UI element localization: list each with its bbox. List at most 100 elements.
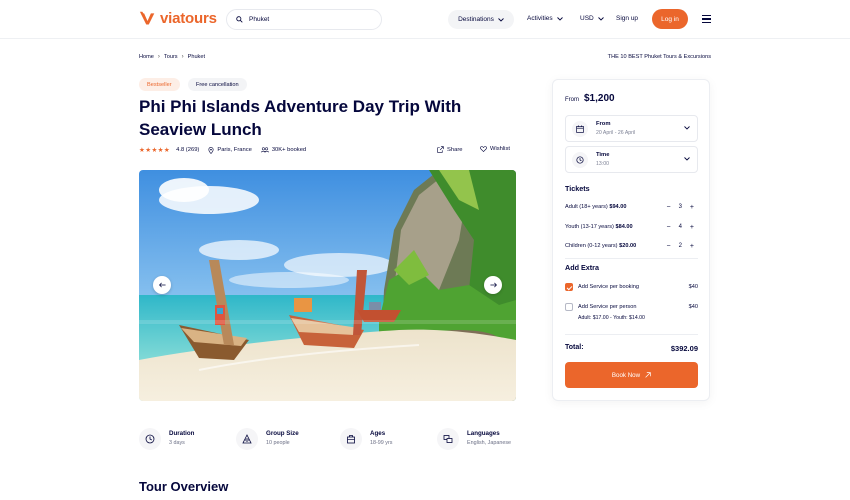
extra-price: $40 — [688, 284, 698, 290]
price-from-label: From — [565, 97, 579, 103]
extra-price: $40 — [688, 304, 698, 310]
ages-label: Ages — [370, 430, 386, 437]
location: Paris, France — [208, 146, 252, 154]
search-box[interactable] — [226, 9, 382, 30]
group-size-value: 10 people — [266, 440, 290, 446]
minus-icon[interactable]: − — [666, 224, 670, 231]
ticket-qty: 2 — [678, 243, 682, 249]
chevron-down-icon — [684, 126, 690, 130]
total-label: Total: — [565, 344, 584, 351]
signup-link[interactable]: Sign up — [616, 15, 638, 22]
price-value: $1,200 — [584, 93, 615, 104]
ticket-qty: 3 — [678, 204, 682, 210]
extra-subprices: Adult: $17.00 - Youth: $14.00 — [578, 315, 645, 321]
ticket-label: Adult (18+ years) — [565, 204, 608, 210]
logo-text: viatours — [160, 10, 217, 27]
group-icon — [236, 428, 258, 450]
next-image-button[interactable] — [484, 276, 502, 294]
breadcrumb-title-link[interactable]: THE 10 BEST Phuket Tours & Excursions — [608, 54, 711, 60]
nav-destinations-label: Destinations — [458, 16, 494, 23]
info-languages: Languages English, Japanese — [437, 428, 511, 450]
time-value: 13:00 — [596, 161, 609, 167]
chevron-down-icon — [498, 17, 504, 22]
users-icon — [260, 147, 269, 153]
location-pin-icon — [208, 146, 214, 154]
duration-label: Duration — [169, 430, 195, 437]
free-cancellation-badge: Free cancellation — [188, 78, 247, 91]
login-button[interactable]: Log in — [652, 9, 688, 29]
extra-label: Add Service per person — [578, 304, 637, 310]
ages-value: 18-99 yrs — [370, 440, 393, 446]
search-icon — [236, 16, 243, 23]
chevron-right-icon: › — [181, 54, 184, 60]
clock-icon — [139, 428, 161, 450]
time-field[interactable]: Time 13:00 — [565, 146, 698, 173]
info-ages: Ages 18-99 yrs — [340, 428, 392, 450]
total-value: $392.09 — [670, 344, 698, 353]
plus-icon[interactable]: + — [690, 243, 694, 250]
quantity-stepper: − 4 + — [666, 224, 694, 231]
heart-icon — [480, 146, 487, 152]
ticket-price: $94.00 — [609, 204, 627, 210]
location-text: Paris, France — [217, 147, 252, 153]
clock-icon — [572, 152, 588, 168]
calendar-icon — [572, 121, 588, 137]
bestseller-badge: Bestseller — [139, 78, 180, 91]
ticket-label: Youth (13-17 years) — [565, 224, 614, 230]
arrow-up-right-icon — [645, 372, 651, 378]
date-label: From — [596, 121, 611, 127]
hamburger-menu-icon[interactable] — [702, 15, 711, 23]
ticket-label: Children (0-12 years) — [565, 243, 618, 249]
share-label: Share — [447, 146, 463, 153]
beach-boats-image — [139, 170, 516, 401]
add-extra-heading: Add Extra — [565, 263, 599, 272]
booking-card: From $1,200 From 20 April - 26 April Tim… — [552, 79, 710, 401]
tour-hero-image — [139, 170, 516, 401]
breadcrumb: Home › Tours › Phuket — [139, 54, 205, 60]
share-icon — [437, 146, 444, 153]
book-now-button[interactable]: Book Now — [565, 362, 698, 388]
wishlist-button[interactable]: Wishlist — [480, 146, 510, 152]
info-duration: Duration 3 days — [139, 428, 194, 450]
nav-activities-label: Activities — [527, 15, 553, 22]
booked-text: 30K+ booked — [271, 147, 307, 153]
quantity-stepper: − 3 + — [666, 204, 694, 211]
date-field[interactable]: From 20 April - 26 April — [565, 115, 698, 142]
rating-value: 4.8 (269) — [176, 147, 200, 153]
chevron-right-icon: › — [157, 54, 160, 60]
signup-label: Sign up — [616, 15, 639, 22]
search-input[interactable] — [249, 16, 369, 23]
ticket-row-adult: Adult (18+ years) $94.00 − 3 + — [565, 204, 698, 211]
group-size-label: Group Size — [266, 430, 299, 437]
minus-icon[interactable]: − — [666, 204, 670, 211]
plus-icon[interactable]: + — [690, 224, 694, 231]
nav-activities[interactable]: Activities — [527, 15, 563, 22]
breadcrumb-tours[interactable]: Tours — [164, 54, 178, 60]
nav-destinations[interactable]: Destinations — [448, 10, 514, 29]
minus-icon[interactable]: − — [666, 243, 670, 250]
total-row: Total: $392.09 — [565, 344, 698, 353]
extra-label: Add Service per booking — [578, 284, 639, 290]
language-icon — [437, 428, 459, 450]
checkbox-checked[interactable] — [565, 283, 573, 291]
arrow-right-icon — [489, 282, 497, 288]
price-block: From $1,200 — [565, 93, 615, 104]
languages-value: English, Japanese — [467, 440, 512, 446]
info-group-size: Group Size 10 people — [236, 428, 299, 450]
breadcrumb-home[interactable]: Home — [139, 54, 154, 60]
plus-icon[interactable]: + — [690, 204, 694, 211]
share-button[interactable]: Share — [437, 146, 462, 153]
breadcrumb-phuket[interactable]: Phuket — [188, 54, 205, 60]
ages-icon — [340, 428, 362, 450]
chevron-down-icon — [597, 16, 604, 21]
booked-count: 30K+ booked — [260, 147, 307, 153]
checkbox-unchecked[interactable] — [565, 303, 573, 311]
logo-icon — [139, 11, 155, 25]
chevron-down-icon — [556, 16, 563, 21]
previous-image-button[interactable] — [153, 276, 171, 294]
tour-meta: ★★★★★ 4.8 (269) Paris, France 30K+ booke… — [139, 146, 306, 154]
nav-currency[interactable]: USD — [580, 15, 604, 22]
chevron-down-icon — [684, 157, 690, 161]
logo[interactable]: viatours — [139, 10, 217, 27]
divider — [565, 258, 698, 259]
